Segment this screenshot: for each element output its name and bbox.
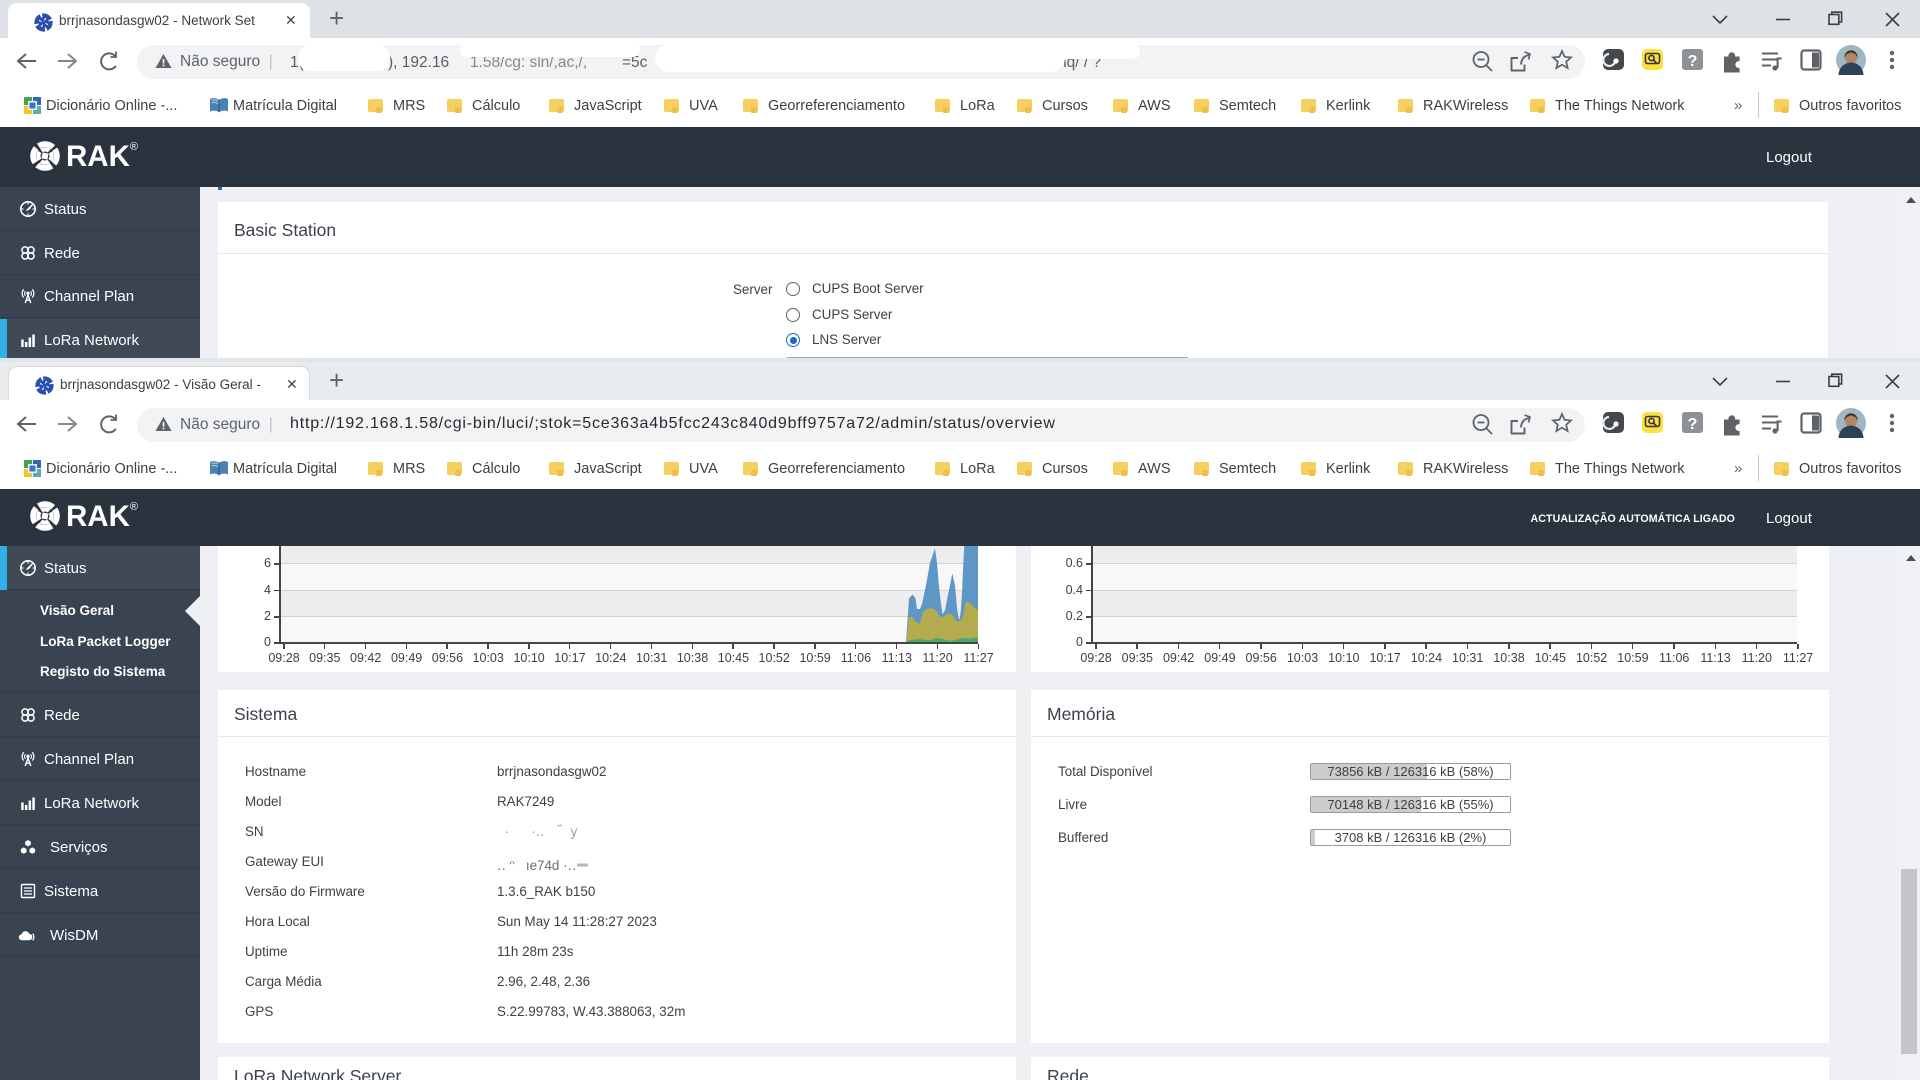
svg-text:?: ? bbox=[1688, 53, 1698, 70]
svg-text:?: ? bbox=[1688, 416, 1698, 433]
